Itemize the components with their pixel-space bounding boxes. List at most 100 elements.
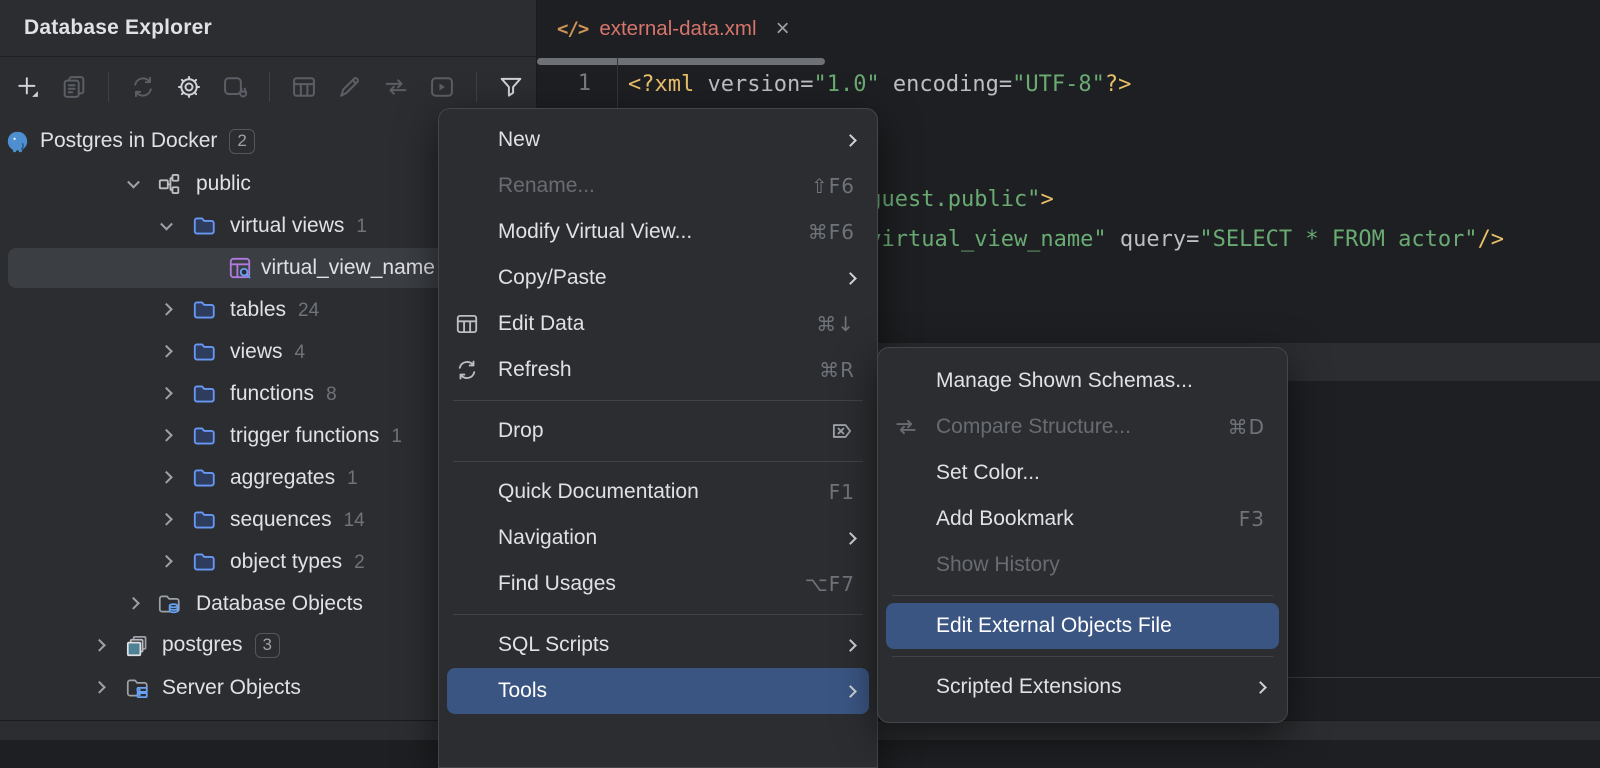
item-count: 2 (354, 552, 365, 573)
folder-icon (191, 339, 217, 365)
refresh-icon (129, 73, 157, 101)
code-token: "SELECT * FROM actor" (1199, 227, 1477, 252)
xml-file-icon: </> (557, 18, 588, 40)
code-token: "guest.public" (855, 187, 1040, 212)
menu-item-scripted-extensions[interactable]: Scripted Extensions (878, 664, 1287, 710)
tree-item-label: functions8 (230, 382, 337, 406)
menu-shortcut: F3 (1239, 507, 1265, 531)
menu-item-label: Quick Documentation (498, 480, 699, 504)
chevron-right-icon[interactable] (160, 345, 173, 358)
editor-tab-bar: </> external-data.xml × (537, 0, 1600, 57)
chevron-right-icon[interactable] (160, 555, 173, 568)
menu-item-add-bookmark[interactable]: Add Bookmark F3 (878, 496, 1287, 542)
add-icon (14, 73, 42, 101)
menu-item-quick-documentation[interactable]: Quick Documentation F1 (439, 469, 877, 515)
code-token: "virtual_view_name" (855, 227, 1107, 252)
chevron-right-icon[interactable] (127, 597, 140, 610)
chevron-right-icon[interactable] (160, 429, 173, 442)
data-grid-icon (290, 73, 318, 101)
tree-item-label: views4 (230, 340, 305, 364)
menu-item-copy-paste[interactable]: Copy/Paste (439, 255, 877, 301)
tree-item-label: virtual_view_name (261, 256, 435, 280)
menu-shortcut: F1 (829, 480, 855, 504)
menu-item-label: Add Bookmark (936, 507, 1074, 531)
submenu-arrow-icon (844, 685, 857, 698)
panel-header: Database Explorer (0, 0, 536, 57)
menu-separator (453, 614, 863, 615)
item-count: 14 (344, 510, 365, 531)
chevron-down-icon[interactable] (160, 218, 173, 231)
active-tab-underline (537, 58, 825, 65)
menu-item-label: Set Color... (936, 461, 1040, 485)
virtual-view-icon (227, 255, 253, 281)
menu-item-edit-external-objects-file[interactable]: Edit External Objects File (886, 603, 1279, 649)
submenu-arrow-icon (844, 639, 857, 652)
menu-item-label: Rename... (498, 174, 595, 198)
refresh-button (127, 71, 159, 103)
code-token: "UTF-8" (1012, 72, 1105, 97)
tab-external-data-xml[interactable]: </> external-data.xml × (549, 0, 798, 57)
menu-item-label: Show History (936, 553, 1060, 577)
menu-item-label: Scripted Extensions (936, 675, 1122, 699)
menu-item-navigation[interactable]: Navigation (439, 515, 877, 561)
chevron-right-icon[interactable] (160, 513, 173, 526)
data-grid-button (288, 71, 320, 103)
menu-item-label: Edit External Objects File (936, 614, 1172, 638)
chevron-right-icon[interactable] (160, 471, 173, 484)
code-token: > (1040, 187, 1053, 212)
database-objects-folder-icon (156, 591, 182, 617)
code-fragment-1[interactable]: "guest.public"> (855, 186, 1054, 214)
toolbar-separator (476, 72, 477, 102)
item-count: 24 (298, 300, 319, 321)
submenu-arrow-icon (1254, 681, 1267, 694)
folder-icon (191, 507, 217, 533)
menu-item-compare-structure: Compare Structure...⌘D (878, 404, 1287, 450)
chevron-right-icon[interactable] (160, 387, 173, 400)
data-grid-icon (454, 311, 480, 337)
chevron-down-icon[interactable] (127, 176, 140, 189)
add-button[interactable] (12, 71, 44, 103)
chevron-right-icon[interactable] (160, 303, 173, 316)
tree-item-label: virtual views1 (230, 214, 367, 238)
code-token: ?> (1105, 72, 1132, 97)
toolbar-separator (269, 72, 270, 102)
menu-item-label: Modify Virtual View... (498, 220, 692, 244)
menu-shortcut: ⌘↓ (816, 312, 855, 336)
menu-item-modify-virtual-view[interactable]: Modify Virtual View...⌘F6 (439, 209, 877, 255)
menu-item-drop[interactable]: Drop (439, 408, 877, 454)
postgres-elephant-icon (4, 129, 31, 156)
tree-item-label: object types2 (230, 550, 365, 574)
gear-button[interactable] (173, 71, 205, 103)
code-token: version (694, 72, 800, 97)
chevron-right-icon[interactable] (93, 639, 106, 652)
code-token: = (800, 72, 813, 97)
chevron-right-icon[interactable] (93, 681, 106, 694)
menu-item-tools[interactable]: Tools (447, 668, 869, 714)
menu-item-label: Navigation (498, 526, 597, 550)
filter-button[interactable] (495, 71, 527, 103)
delete-forward-icon (829, 418, 855, 444)
code-line-1[interactable]: <?xml version="1.0" encoding="UTF-8"?> (628, 71, 1131, 99)
gutter-line-number: 1 (563, 71, 591, 96)
menu-shortcut: ⌘R (819, 358, 855, 382)
code-token: query (1107, 227, 1186, 252)
tree-item-label: postgres3 (162, 633, 280, 659)
menu-item-set-color[interactable]: Set Color... (878, 450, 1287, 496)
menu-item-label: Manage Shown Schemas... (936, 369, 1193, 393)
menu-item-find-usages[interactable]: Find Usages⌥F7 (439, 561, 877, 607)
menu-item-refresh[interactable]: Refresh⌘R (439, 347, 877, 393)
menu-item-new[interactable]: New (439, 117, 877, 163)
server-objects-folder-icon (124, 675, 150, 701)
menu-item-manage-shown-schemas[interactable]: Manage Shown Schemas... (878, 358, 1287, 404)
close-tab-icon[interactable]: × (776, 17, 790, 41)
menu-shortcut: ⌘D (1228, 415, 1265, 439)
item-badge: 3 (255, 633, 280, 658)
menu-item-sql-scripts[interactable]: SQL Scripts (439, 622, 877, 668)
item-count: 1 (391, 426, 402, 447)
menu-item-edit-data[interactable]: Edit Data⌘↓ (439, 301, 877, 347)
tab-filename: external-data.xml (599, 17, 756, 41)
gear-icon (175, 73, 203, 101)
menu-item-rename: Rename...⇧F6 (439, 163, 877, 209)
code-fragment-2[interactable]: "virtual_view_name" query="SELECT * FROM… (855, 226, 1504, 254)
postgres-database-icon (124, 633, 150, 659)
